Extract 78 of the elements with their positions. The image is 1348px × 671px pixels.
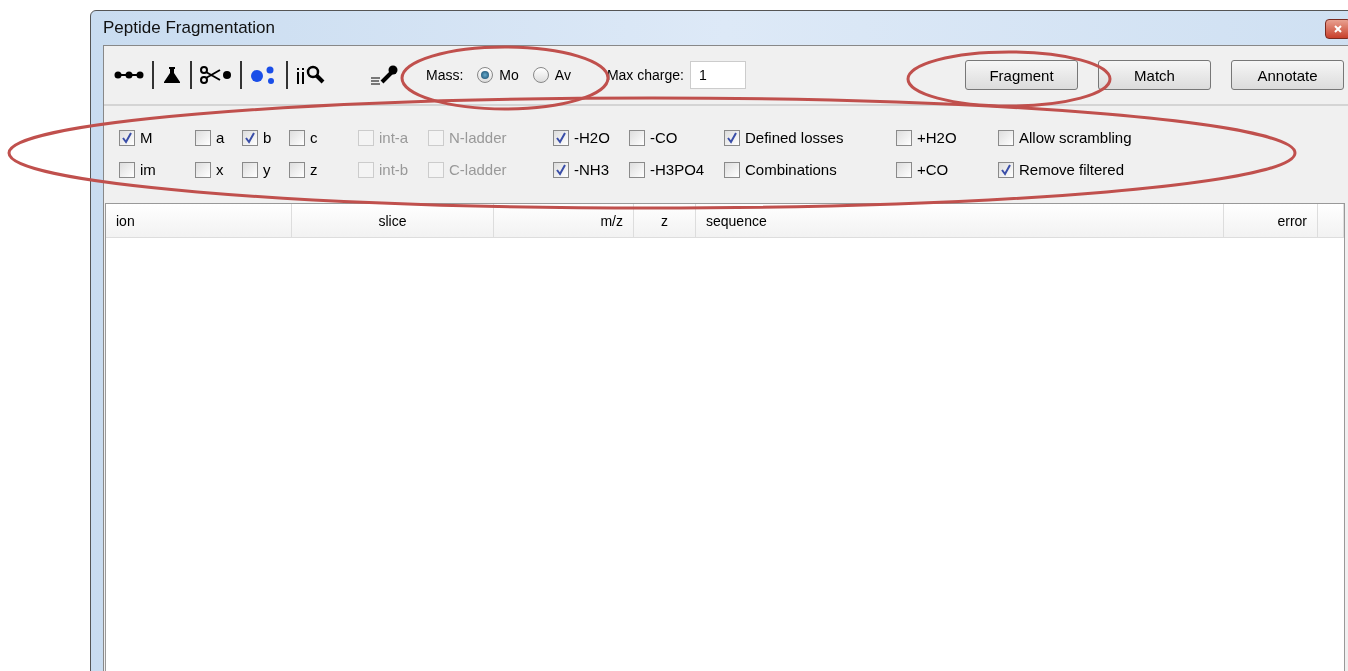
close-icon <box>1333 24 1343 34</box>
checkbox-label: -H2O <box>574 129 610 146</box>
checkbox[interactable] <box>242 161 258 178</box>
option-checkbox[interactable]: im <box>119 161 195 178</box>
checkbox[interactable] <box>629 161 645 178</box>
checkbox[interactable] <box>629 129 645 146</box>
checkbox[interactable] <box>195 129 211 146</box>
checkbox[interactable] <box>724 161 740 178</box>
option-checkbox[interactable]: x <box>195 161 242 178</box>
checkbox-label: z <box>310 161 318 178</box>
option-checkbox[interactable]: M <box>119 129 195 146</box>
mass-radio[interactable]: Mo <box>477 67 519 83</box>
radio-button[interactable] <box>532 67 549 83</box>
mass-radio[interactable]: Av <box>532 67 571 83</box>
checkbox-label: M <box>140 129 153 146</box>
checkbox-label: a <box>216 129 225 146</box>
option-checkbox[interactable]: Combinations <box>724 161 896 178</box>
checkbox-label: Defined losses <box>745 129 844 146</box>
checkbox-label: Allow scrambling <box>1019 129 1132 146</box>
checkbox[interactable] <box>553 129 569 146</box>
radio-label: Av <box>554 67 571 83</box>
checkbox[interactable] <box>998 129 1014 146</box>
checkbox-label: -NH3 <box>574 161 609 178</box>
checkbox[interactable] <box>896 129 912 146</box>
checkbox-label: c <box>310 129 318 146</box>
option-checkbox[interactable]: -H3PO4 <box>629 161 724 178</box>
column-header[interactable]: z <box>634 204 696 237</box>
action-button[interactable]: Fragment <box>965 60 1078 90</box>
action-button[interactable]: Annotate <box>1231 60 1344 90</box>
option-checkbox[interactable]: y <box>242 161 289 178</box>
checkbox[interactable] <box>553 161 569 178</box>
option-checkbox[interactable]: Allow scrambling <box>998 129 1198 146</box>
checkbox-label: int-a <box>379 129 409 146</box>
checkbox[interactable] <box>289 129 305 146</box>
checkbox[interactable] <box>119 161 135 178</box>
close-button[interactable] <box>1325 19 1348 39</box>
column-header[interactable]: m/z <box>494 204 634 237</box>
column-header[interactable]: sequence <box>696 204 1224 237</box>
checkbox[interactable] <box>195 161 211 178</box>
checkbox-label: +CO <box>917 161 949 178</box>
option-checkbox[interactable]: Defined losses <box>724 129 896 146</box>
checkbox-label: x <box>216 161 224 178</box>
checkbox-label: -H3PO4 <box>650 161 705 178</box>
mass-label: Mass: <box>426 67 464 83</box>
radio-button[interactable] <box>477 67 494 83</box>
column-header[interactable]: slice <box>292 204 494 237</box>
checkbox-label: b <box>263 129 272 146</box>
max-charge-field[interactable]: 1 <box>689 61 746 89</box>
checkbox[interactable] <box>119 129 135 146</box>
checkbox-label: N-ladder <box>449 129 507 146</box>
checkbox-label: +H2O <box>917 129 957 146</box>
column-header[interactable]: ion <box>106 204 292 237</box>
option-checkbox[interactable]: -CO <box>629 129 724 146</box>
checkbox-label: -CO <box>650 129 678 146</box>
checkbox-label: int-b <box>379 161 409 178</box>
checkbox-label: Remove filtered <box>1019 161 1125 178</box>
checkbox[interactable] <box>242 129 258 146</box>
option-checkbox[interactable]: Remove filtered <box>998 161 1198 178</box>
window-title: Peptide Fragmentation <box>103 18 275 38</box>
option-checkbox[interactable]: a <box>195 129 242 146</box>
checkbox[interactable] <box>724 129 740 146</box>
option-checkbox[interactable]: +H2O <box>896 129 998 146</box>
radio-label: Mo <box>499 67 519 83</box>
option-checkbox[interactable]: +CO <box>896 161 998 178</box>
checkbox[interactable] <box>289 161 305 178</box>
checkbox[interactable] <box>896 161 912 178</box>
checkbox-label: y <box>263 161 271 178</box>
checkbox[interactable] <box>998 161 1014 178</box>
option-checkbox[interactable]: b <box>242 129 289 146</box>
checkbox-label: C-ladder <box>449 161 507 178</box>
column-header[interactable]: error <box>1224 204 1318 237</box>
option-checkbox[interactable]: z <box>289 161 358 178</box>
option-checkbox[interactable]: c <box>289 129 358 146</box>
option-checkbox[interactable]: -NH3 <box>553 161 629 178</box>
option-checkbox[interactable]: -H2O <box>553 129 629 146</box>
action-button[interactable]: Match <box>1098 60 1211 90</box>
checkbox-label: Combinations <box>745 161 837 178</box>
checkbox-label: im <box>140 161 156 178</box>
